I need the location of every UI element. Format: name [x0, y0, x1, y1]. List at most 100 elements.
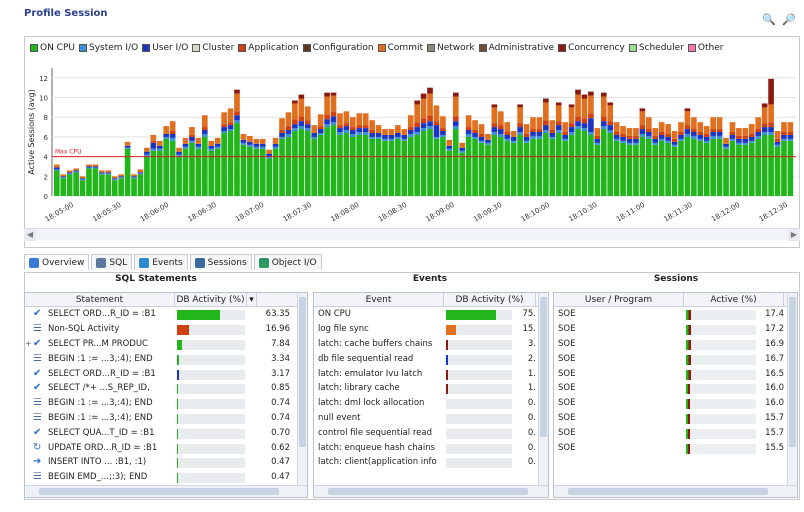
- scroll-left-icon[interactable]: ◀: [24, 229, 36, 241]
- table-row[interactable]: ON CPU 75.: [314, 307, 548, 322]
- chart-bar: [86, 166, 92, 168]
- table-row[interactable]: SOE 16.7: [554, 351, 797, 366]
- chart-bar: [684, 136, 691, 196]
- table-row[interactable]: SOE 15.5: [554, 440, 797, 455]
- chart-bar: [588, 95, 594, 114]
- chart-bar: [781, 132, 787, 135]
- table-row[interactable]: latch: cache buffers chains 3.: [314, 337, 548, 352]
- table-row[interactable]: latch: dml lock allocation 0.: [314, 396, 548, 411]
- chart-bar: [317, 114, 324, 127]
- table-row[interactable]: null event 0.: [314, 411, 548, 426]
- table-row[interactable]: control file sequential read 0.: [314, 425, 548, 440]
- table-row[interactable]: + ✔ SELECT PR...M PRODUC 7.84: [25, 337, 307, 352]
- chart-scrollbar[interactable]: ◀ ▶: [24, 228, 800, 241]
- table-row[interactable]: SOE 15.7: [554, 425, 797, 440]
- events-hscroll[interactable]: [314, 485, 548, 497]
- table-row[interactable]: ✔ SELECT ORD...R_ID = :B1 3.17: [25, 366, 307, 381]
- chart-bar: [189, 140, 195, 143]
- chart-bar: [465, 115, 472, 128]
- table-row[interactable]: ☰ Non-SQL Activity 16.96: [25, 322, 307, 337]
- tab-sql[interactable]: SQL: [91, 254, 133, 270]
- chart-bar: [259, 146, 266, 149]
- tab-events[interactable]: Events: [134, 254, 188, 270]
- activity-value: 3.34: [271, 353, 290, 364]
- table-row[interactable]: log file sync 15.: [314, 322, 548, 337]
- sql-hscroll[interactable]: [25, 485, 307, 497]
- table-row[interactable]: ☰ BEGIN :1 := ...3,:4); END 0.74: [25, 411, 307, 426]
- table-row[interactable]: SOE 17.2: [554, 322, 797, 337]
- legend-label: Cluster: [202, 43, 235, 53]
- sessions-col-active[interactable]: Active (%): [684, 293, 784, 306]
- chart-bar: [723, 146, 729, 149]
- zoom-in-icon[interactable]: 🔍: [762, 14, 776, 26]
- table-row[interactable]: SOE 17.4: [554, 307, 797, 322]
- table-row[interactable]: SOE 15.7: [554, 411, 797, 426]
- chart-bar: [388, 140, 395, 196]
- chart-bar: [324, 114, 330, 120]
- chart-bar: [459, 147, 466, 151]
- chart-bar: [555, 105, 562, 122]
- table-row[interactable]: ✔ SELECT /*+ ...S_REP_ID, 0.85: [25, 381, 307, 396]
- chart-bar: [92, 168, 99, 196]
- chart-bar: [54, 167, 60, 170]
- zoom-out-icon[interactable]: 🔎: [782, 14, 796, 26]
- table-row[interactable]: ✔ SELECT ORD...R_ID = :B1 63.35: [25, 307, 307, 322]
- table-row[interactable]: ➜ INSERT INTO ... :B1, :1) 0.47: [25, 455, 307, 470]
- sql-col-activity[interactable]: DB Activity (%): [175, 293, 247, 306]
- table-row[interactable]: ☰ BEGIN EMD_...;:3); END 0.47: [25, 470, 307, 485]
- table-row[interactable]: SOE 16.9: [554, 337, 797, 352]
- table-row[interactable]: latch: emulator Ivu latch 1.: [314, 366, 548, 381]
- sort-icon[interactable]: ▾: [247, 293, 257, 306]
- chart-bar: [111, 176, 118, 179]
- expand-icon[interactable]: +: [25, 339, 33, 348]
- x-tick-label: 18:09:30: [472, 201, 503, 224]
- table-row[interactable]: latch: library cache 1.: [314, 381, 548, 396]
- table-row[interactable]: ✔ SELECT QUA...T_ID = :B1 0.70: [25, 425, 307, 440]
- chart-bar: [665, 142, 671, 196]
- table-row[interactable]: SOE 16.5: [554, 366, 797, 381]
- session-user: SOE: [558, 353, 576, 364]
- chart-bar: [536, 135, 543, 139]
- events-table: Event DB Activity (%) ON CPU 75. log file …: [313, 292, 549, 498]
- events-vscroll[interactable]: [538, 293, 548, 485]
- x-tick-label: 18:11:30: [663, 201, 694, 224]
- sessions-col-user[interactable]: User / Program: [554, 293, 684, 306]
- tab-label: Sessions: [207, 257, 247, 268]
- chart-bar: [234, 115, 240, 121]
- active-bar: [686, 339, 756, 350]
- table-row[interactable]: latch: client(application info 0.: [314, 455, 548, 470]
- chart-bar: [92, 164, 99, 167]
- statement-text: Non-SQL Activity: [48, 324, 120, 335]
- chart-bar: [671, 144, 678, 147]
- tab-overview[interactable]: Overview: [24, 254, 90, 270]
- chart-bar: [452, 126, 459, 130]
- chart-bar: [543, 132, 549, 196]
- table-row[interactable]: db file sequential read 2.: [314, 351, 548, 366]
- sql-col-statement[interactable]: Statement: [25, 293, 175, 306]
- scroll-right-icon[interactable]: ▶: [788, 229, 800, 241]
- tab-sessions[interactable]: Sessions: [189, 254, 252, 270]
- legend-label: Application: [248, 43, 299, 53]
- chart-bar: [678, 138, 684, 141]
- events-col-activity[interactable]: DB Activity (%): [444, 293, 536, 306]
- chart-bar: [678, 132, 684, 135]
- tab-object-i-o[interactable]: Object I/O: [253, 254, 322, 270]
- sessions-hscroll[interactable]: [554, 485, 797, 497]
- table-row[interactable]: ↻ UPDATE ORD...R_ID = :B1 0.62: [25, 440, 307, 455]
- chart-bar: [156, 150, 163, 196]
- chart-bar: [150, 142, 157, 149]
- table-row[interactable]: SOE 16.0: [554, 396, 797, 411]
- table-row[interactable]: ☰ BEGIN :1 := ...3,:4); END 3.34: [25, 351, 307, 366]
- chart-bar: [536, 138, 543, 196]
- chart-bar: [781, 140, 787, 196]
- chart-bar: [678, 134, 684, 139]
- events-col-event[interactable]: Event: [314, 293, 444, 306]
- chart-bar: [581, 94, 588, 99]
- chart-bar: [163, 136, 170, 139]
- chart-bar: [440, 128, 446, 132]
- sql-vscroll[interactable]: [297, 293, 307, 485]
- table-row[interactable]: ☰ BEGIN :1 := ...3,:4); END 0.74: [25, 396, 307, 411]
- table-row[interactable]: latch: enqueue hash chains 0.: [314, 440, 548, 455]
- table-row[interactable]: SOE 16.0: [554, 381, 797, 396]
- sessions-vscroll[interactable]: [787, 293, 797, 485]
